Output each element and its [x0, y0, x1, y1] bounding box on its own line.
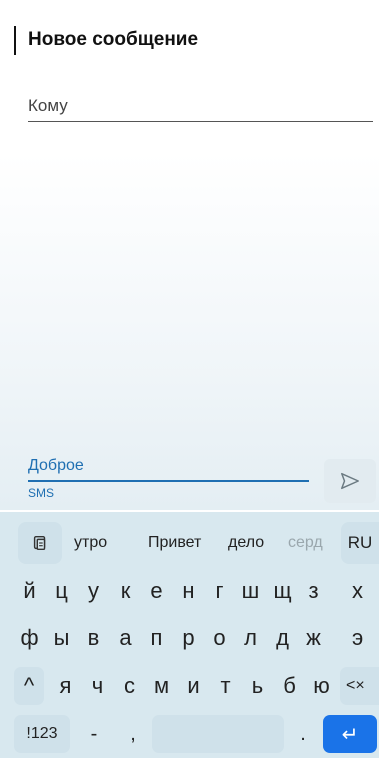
space-key[interactable]	[152, 715, 284, 753]
key[interactable]: ж	[298, 619, 329, 657]
send-icon	[341, 472, 359, 490]
message-input-underline	[28, 480, 309, 482]
send-button[interactable]	[324, 459, 376, 503]
key[interactable]: р	[173, 619, 204, 657]
shift-key[interactable]: ^	[14, 667, 44, 705]
key[interactable]: э	[340, 619, 379, 657]
key[interactable]: у	[78, 572, 109, 610]
recipient-field[interactable]: Кому	[28, 96, 68, 116]
dash-key[interactable]: -	[78, 715, 110, 753]
text-cursor	[14, 26, 16, 55]
page-title: Новое сообщение	[28, 29, 199, 50]
header: Новое сообщение Кому	[0, 0, 379, 115]
key[interactable]: г	[204, 572, 235, 610]
key[interactable]: б	[274, 667, 305, 705]
message-input[interactable]: Доброе	[28, 457, 84, 475]
key[interactable]: х	[340, 572, 379, 610]
key[interactable]: д	[267, 619, 298, 657]
period-key[interactable]: .	[288, 715, 318, 753]
key[interactable]: п	[141, 619, 172, 657]
key[interactable]: ы	[46, 619, 77, 657]
key[interactable]: я	[50, 667, 81, 705]
suggestion-1[interactable]: утро	[74, 534, 107, 552]
key[interactable]: т	[210, 667, 241, 705]
backspace-key[interactable]: <×	[340, 667, 379, 705]
key[interactable]: и	[178, 667, 209, 705]
key[interactable]: ш	[235, 572, 266, 610]
key[interactable]: о	[204, 619, 235, 657]
key[interactable]: л	[235, 619, 266, 657]
numbers-key[interactable]: !123	[14, 715, 70, 753]
on-screen-keyboard: утро Привет дело серд RU й ц у к е н г ш…	[0, 512, 379, 758]
comma-key[interactable]: ,	[118, 715, 148, 753]
key[interactable]: н	[173, 572, 204, 610]
language-switch-button[interactable]: RU	[341, 522, 379, 564]
suggestion-3[interactable]: дело	[228, 534, 264, 552]
key[interactable]: м	[146, 667, 177, 705]
enter-key[interactable]: ↵	[323, 715, 377, 753]
suggestion-strip: утро Привет дело серд RU	[0, 520, 379, 566]
key[interactable]: ф	[14, 619, 45, 657]
key[interactable]: з	[298, 572, 329, 610]
sms-channel-label: SMS	[28, 486, 55, 500]
key[interactable]: ю	[306, 667, 337, 705]
message-compose-screen: Новое сообщение Кому Доброе SMS	[0, 0, 379, 510]
key[interactable]: с	[114, 667, 145, 705]
key[interactable]: ь	[242, 667, 273, 705]
clipboard-button[interactable]	[18, 522, 62, 564]
suggestion-4[interactable]: серд	[288, 534, 323, 552]
key[interactable]: к	[110, 572, 141, 610]
key[interactable]: й	[14, 572, 45, 610]
key[interactable]: а	[110, 619, 141, 657]
key[interactable]: ч	[82, 667, 113, 705]
key[interactable]: щ	[267, 572, 298, 610]
key[interactable]: в	[78, 619, 109, 657]
recipient-underline	[28, 121, 373, 122]
clipboard-icon	[33, 535, 46, 551]
key[interactable]: е	[141, 572, 172, 610]
suggestion-2[interactable]: Привет	[148, 534, 201, 552]
key[interactable]: ц	[46, 572, 77, 610]
